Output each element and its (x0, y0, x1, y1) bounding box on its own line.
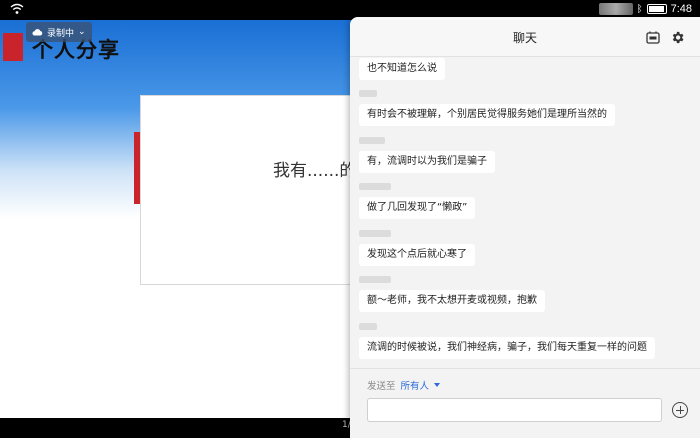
title-accent-block (3, 33, 23, 61)
message-list[interactable]: 也不知道怎么说 有时会不被理解，个别居民觉得服务她们是理所当然的 有，流调时以为… (350, 58, 700, 368)
announcement-icon[interactable] (646, 30, 660, 44)
status-right: ᛒ 7:48 (598, 3, 692, 15)
bluetooth-icon: ᛒ (636, 3, 643, 15)
wifi-icon (10, 3, 24, 14)
chevron-down-icon: ⌄ (78, 27, 86, 37)
card-accent-bar (134, 132, 140, 204)
message-bubble: 做了几回发现了“懒政” (359, 197, 476, 219)
message-bubble: 流调的时候被说，我们神经病，骗子，我们每天重复一样的问题 (359, 337, 655, 359)
chat-header: 聊天 (350, 17, 700, 57)
message-bubble: 发现这个点后就心寒了 (359, 244, 475, 266)
cloud-icon (32, 29, 43, 36)
message-bubble: 有时会不被理解，个别居民觉得服务她们是理所当然的 (359, 104, 615, 126)
message-input[interactable] (367, 398, 662, 422)
add-attachment-button[interactable] (672, 402, 688, 418)
recording-badge[interactable]: 录制中 ⌄ (26, 22, 92, 42)
sender-name (359, 230, 391, 237)
sender-name (359, 276, 391, 283)
screen: ᛒ 7:48 个人分享 我有......的诉 1/ 录制中 ⌄ 聊天 也不知道怎… (0, 0, 700, 438)
sender-name (359, 90, 377, 97)
battery-icon (646, 4, 667, 14)
chat-panel: 聊天 也不知道怎么说 有时会不被理解，个别居民觉得服务她们是理所当然的 有，流调… (350, 17, 700, 438)
message-bubble: 额～老师，我不太想开麦或视频，抱歉 (359, 290, 545, 312)
notification-thumbnail (598, 3, 633, 15)
clock: 7:48 (670, 3, 692, 15)
send-to-selector[interactable]: 发送至 所有人 (367, 378, 441, 392)
chat-footer: 发送至 所有人 (350, 368, 700, 438)
sender-name (359, 183, 391, 190)
caret-down-icon (434, 383, 441, 387)
recording-label: 录制中 (47, 28, 75, 39)
sender-name (359, 137, 385, 144)
send-to-label: 发送至 (367, 381, 396, 392)
message-bubble: 有，流调时以为我们是骗子 (359, 151, 495, 173)
sender-name (359, 323, 377, 330)
gear-icon[interactable] (670, 30, 685, 45)
message-bubble: 也不知道怎么说 (359, 58, 445, 80)
send-to-target[interactable]: 所有人 (401, 378, 430, 392)
